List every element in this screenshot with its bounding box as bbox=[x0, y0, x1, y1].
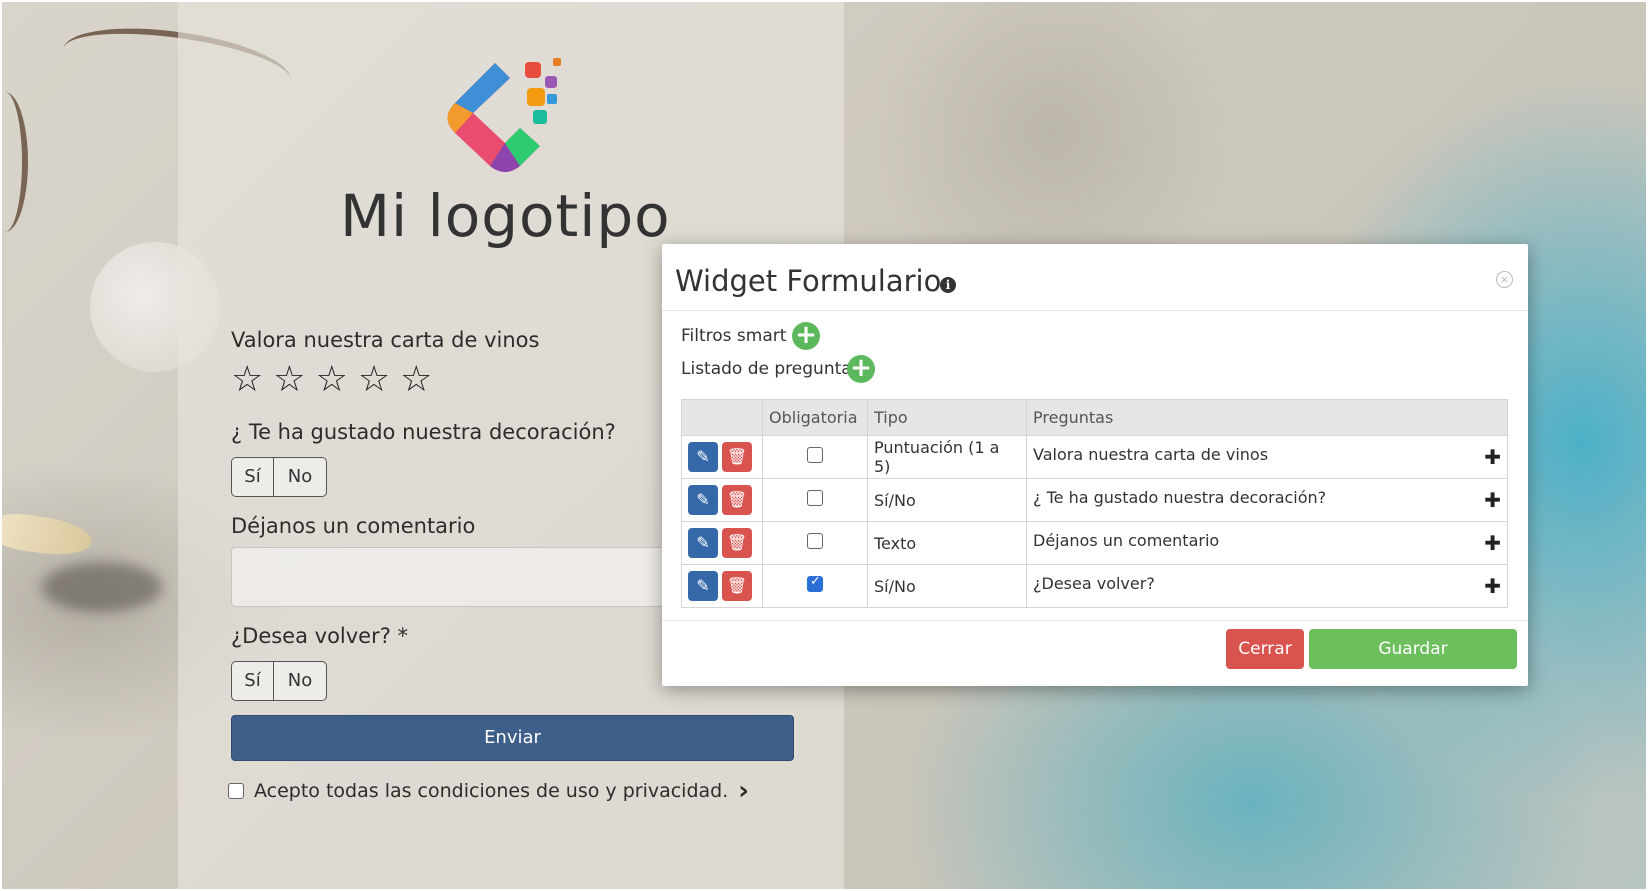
move-icon[interactable]: ✚ bbox=[1484, 531, 1501, 555]
logo-text: Mi logotipo bbox=[340, 182, 671, 250]
move-icon[interactable]: ✚ bbox=[1484, 488, 1501, 512]
star-rating[interactable]: ☆ ☆ ☆ ☆ ☆ bbox=[231, 362, 432, 398]
row-type: Sí/No bbox=[867, 564, 1027, 608]
edit-icon[interactable]: ✎ bbox=[688, 442, 718, 472]
starfish-decoration bbox=[2, 510, 95, 560]
required-checkbox[interactable] bbox=[807, 574, 823, 592]
question-label-decoration: ¿ Te ha gustado nuestra decoración? bbox=[231, 420, 616, 444]
question-label-wine: Valora nuestra carta de vinos bbox=[231, 328, 540, 352]
close-button[interactable]: Cerrar bbox=[1226, 629, 1304, 669]
table-row: ✎🗑 Sí/No ¿Desea volver? ✚ bbox=[681, 564, 1508, 608]
edit-icon[interactable]: ✎ bbox=[688, 528, 718, 558]
star-icon[interactable]: ☆ bbox=[358, 362, 390, 398]
smart-filters-label: Filtros smart bbox=[681, 326, 787, 346]
row-type: Texto bbox=[867, 521, 1027, 565]
trash-icon[interactable]: 🗑 bbox=[722, 442, 752, 472]
table-header-row: Obligatoria Tipo Preguntas bbox=[681, 399, 1508, 436]
info-icon[interactable]: i bbox=[940, 277, 956, 293]
accept-terms-row: Acepto todas las condiciones de uso y pr… bbox=[228, 776, 749, 806]
shadow-decoration bbox=[42, 562, 162, 612]
column-header-questions: Preguntas bbox=[1026, 399, 1508, 436]
row-type: Puntuación (1 a 5) bbox=[867, 435, 1027, 479]
yes-no-toggle-return[interactable]: Sí No bbox=[231, 661, 327, 701]
modal-header: Widget Formulario i × bbox=[662, 244, 1528, 311]
widget-form-modal: Widget Formulario i × Filtros smart + Li… bbox=[662, 244, 1528, 686]
required-checkbox[interactable] bbox=[807, 447, 823, 463]
row-question: ¿Desea volver? bbox=[1033, 574, 1155, 593]
chevron-right-icon[interactable]: › bbox=[738, 776, 749, 806]
add-question-button[interactable]: + bbox=[847, 355, 875, 383]
questions-list-label: Listado de preguntas bbox=[681, 359, 861, 379]
accept-terms-checkbox[interactable] bbox=[228, 783, 244, 799]
table-row: ✎ 🗑 Sí/No ¿ Te ha gustado nuestra decorac… bbox=[681, 478, 1508, 522]
modal-title: Widget Formulario bbox=[675, 264, 942, 298]
yes-option[interactable]: Sí bbox=[232, 662, 273, 700]
star-icon[interactable]: ☆ bbox=[400, 362, 432, 398]
edit-icon[interactable]: ✎ bbox=[688, 485, 718, 515]
column-header-type: Tipo bbox=[867, 399, 1027, 436]
add-smart-filter-button[interactable]: + bbox=[792, 322, 820, 350]
yes-option[interactable]: Sí bbox=[232, 458, 273, 496]
trash-icon[interactable]: 🗑 bbox=[722, 571, 752, 601]
comment-input[interactable] bbox=[231, 547, 673, 607]
row-type: Sí/No bbox=[867, 478, 1027, 522]
row-question: Déjanos un comentario bbox=[1033, 531, 1220, 550]
send-button[interactable]: Enviar bbox=[231, 715, 794, 761]
logo-icon bbox=[447, 58, 561, 172]
no-option[interactable]: No bbox=[273, 662, 326, 700]
trash-icon[interactable]: 🗑 bbox=[722, 528, 752, 558]
required-checkbox[interactable] bbox=[807, 490, 823, 506]
star-icon[interactable]: ☆ bbox=[273, 362, 305, 398]
no-option[interactable]: No bbox=[273, 458, 326, 496]
table-row: ✎ 🗑 Texto Déjanos un comentario ✚ bbox=[681, 521, 1508, 565]
save-button[interactable]: Guardar bbox=[1309, 629, 1517, 669]
star-icon[interactable]: ☆ bbox=[316, 362, 348, 398]
modal-footer: Cerrar Guardar bbox=[662, 620, 1528, 687]
move-icon[interactable]: ✚ bbox=[1484, 445, 1501, 469]
column-header-required: Obligatoria bbox=[762, 399, 868, 436]
questions-table: Obligatoria Tipo Preguntas ✎ 🗑 Puntuación… bbox=[681, 399, 1508, 608]
row-question: ¿ Te ha gustado nuestra decoración? bbox=[1033, 488, 1327, 507]
accept-terms-label: Acepto todas las condiciones de uso y pr… bbox=[254, 780, 729, 802]
question-label-comment: Déjanos un comentario bbox=[231, 514, 476, 538]
table-row: ✎ 🗑 Puntuación (1 a 5) Valora nuestra car… bbox=[681, 435, 1508, 479]
twig-decoration bbox=[2, 92, 28, 232]
required-checkbox[interactable] bbox=[807, 533, 823, 549]
star-icon[interactable]: ☆ bbox=[231, 362, 263, 398]
row-question: Valora nuestra carta de vinos bbox=[1033, 445, 1269, 464]
yes-no-toggle-decoration[interactable]: Sí No bbox=[231, 457, 327, 497]
column-header-actions bbox=[681, 399, 763, 436]
edit-icon[interactable]: ✎ bbox=[688, 571, 718, 601]
close-icon[interactable]: × bbox=[1496, 271, 1513, 288]
move-icon[interactable]: ✚ bbox=[1484, 574, 1501, 598]
trash-icon[interactable]: 🗑 bbox=[722, 485, 752, 515]
question-label-return: ¿Desea volver? * bbox=[231, 624, 409, 648]
